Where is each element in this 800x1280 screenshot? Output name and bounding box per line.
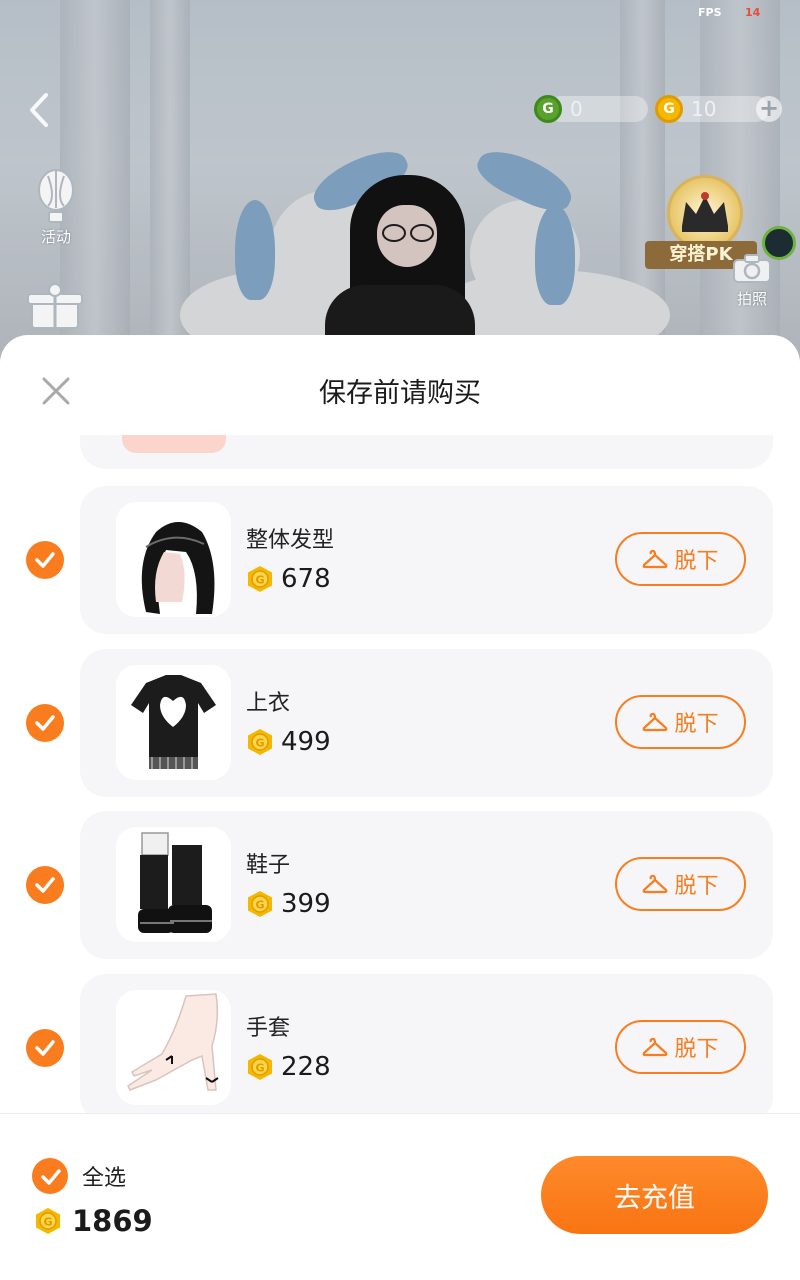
item-checkbox[interactable] [26,704,64,742]
item-checkbox[interactable] [26,1029,64,1067]
item-checkbox[interactable] [26,866,64,904]
gold-currency-balance: G 10 [655,94,769,124]
svg-text:G: G [255,737,264,750]
take-off-button[interactable]: 脱下 [615,532,746,586]
gold-g-coin-icon: G [248,1054,272,1080]
select-all-checkbox[interactable] [32,1158,68,1194]
list-item: 上衣 G 499 脱下 [0,649,800,797]
green-currency-value: 0 [570,97,583,121]
total-price: G 1869 [34,1204,153,1238]
top-shirt-thumbnail [116,665,231,780]
take-off-button[interactable]: 脱下 [615,857,746,911]
svg-text:G: G [255,1062,264,1075]
take-off-label: 脱下 [674,549,719,574]
select-all-toggle[interactable]: 全选 [32,1158,126,1194]
green-g-coin-icon: G [534,95,562,123]
item-name: 上衣 [246,691,291,716]
item-price-value: 678 [281,564,331,594]
item-name: 整体发型 [246,528,335,553]
hanger-icon [643,712,668,732]
gold-g-coin-icon: G [655,95,683,123]
take-off-label: 脱下 [674,1037,719,1062]
take-off-label: 脱下 [674,712,719,737]
take-off-button[interactable]: 脱下 [615,695,746,749]
add-currency-button[interactable]: + [756,96,782,122]
photo-button[interactable]: 拍照 [730,252,774,309]
item-price-value: 228 [281,1052,331,1082]
take-off-label: 脱下 [674,874,719,899]
recharge-button[interactable]: 去充值 [541,1156,768,1234]
photo-label: 拍照 [736,290,767,308]
item-card: 上衣 G 499 脱下 [80,649,773,797]
activity-label: 活动 [40,228,71,246]
sheet-title: 保存前请购买 [319,378,481,409]
item-card: 整体发型 G 678 脱下 [80,486,773,634]
total-price-value: 1869 [72,1204,153,1238]
item-price-value: 399 [281,889,331,919]
gold-g-coin-icon: G [36,1208,60,1234]
item-card: 鞋子 G 399 脱下 [80,811,773,959]
hanger-icon [643,874,668,894]
gold-g-coin-icon: G [248,729,272,755]
camera-icon [733,254,771,283]
list-item: 整体发型 G 678 脱下 [0,486,800,634]
green-currency-balance: G 0 [534,94,648,124]
crown-icon [667,175,743,251]
item-list[interactable]: 整体发型 G 678 脱下 上衣 G 499 脱下 鞋子 G 399 脱下 手套… [0,435,800,1113]
svg-text:G: G [255,574,264,587]
back-arrow-icon[interactable] [26,92,52,128]
activity-button[interactable]: 活动 [24,168,88,247]
fps-label: FPS [698,6,722,19]
checkout-footer: 全选 G 1869 去充值 [0,1114,800,1280]
gold-g-coin-icon: G [248,891,272,917]
item-checkbox[interactable] [26,541,64,579]
purchase-bottom-sheet: 保存前请购买 整体发型 G 678 脱下 上衣 G 499 脱下 鞋子 G 39… [0,335,800,1280]
svg-text:G: G [43,1216,52,1229]
item-price-value: 499 [281,727,331,757]
svg-text:G: G [255,899,264,912]
item-price: G 228 [246,1052,331,1082]
gloves-thumbnail [116,990,231,1105]
fps-value: 14 [745,6,761,19]
item-name: 鞋子 [246,853,291,878]
select-all-label: 全选 [82,1166,127,1191]
hanger-icon [643,549,668,569]
gold-g-coin-icon: G [248,566,272,592]
item-price: G 678 [246,564,331,594]
hanger-icon [643,1037,668,1057]
item-price: G 499 [246,727,331,757]
item-price: G 399 [246,889,331,919]
hot-air-balloon-icon [38,169,74,223]
gold-currency-value: 10 [691,97,717,121]
shoes-thumbnail [116,827,231,942]
take-off-button[interactable]: 脱下 [615,1020,746,1074]
item-card: 手套 G 228 脱下 [80,974,773,1113]
list-item-partial [80,435,773,469]
list-item: 鞋子 G 399 脱下 [0,811,800,959]
gift-box-icon[interactable] [26,282,84,330]
hairstyle-thumbnail [116,502,231,617]
list-item: 手套 G 228 脱下 [0,974,800,1113]
item-name: 手套 [246,1016,291,1041]
